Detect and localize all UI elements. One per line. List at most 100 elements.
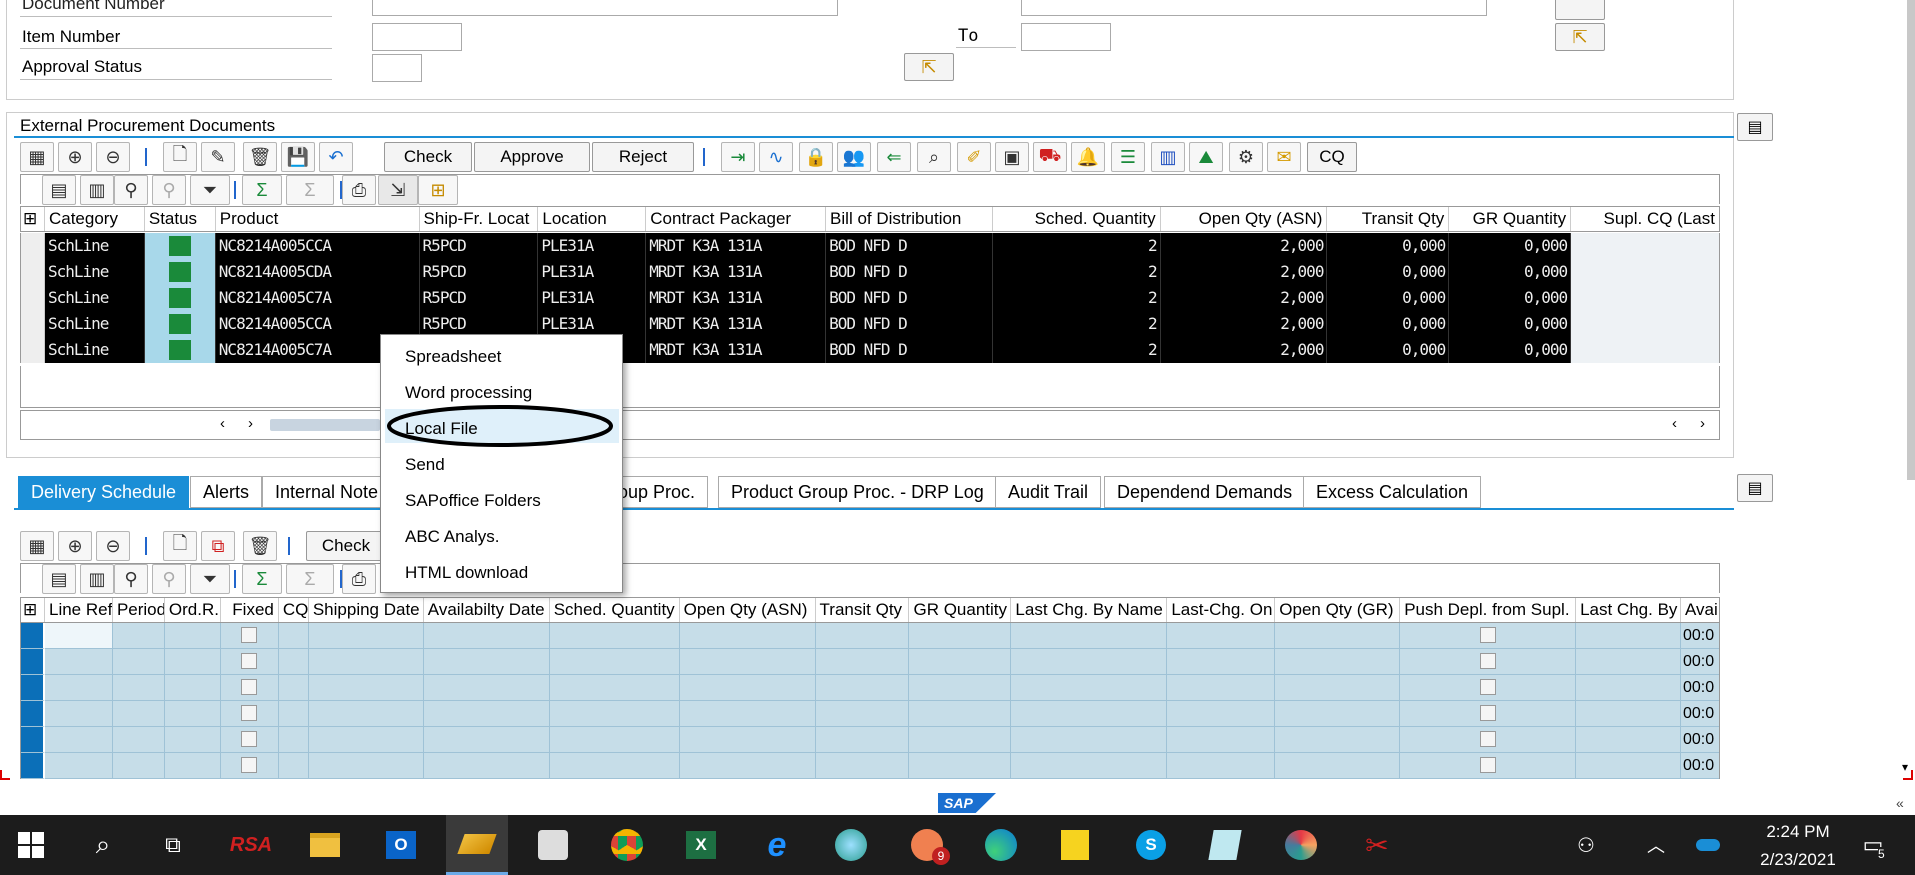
pencil-yellow-button[interactable]: ✐ bbox=[957, 142, 991, 172]
col-open-qty-asn[interactable]: Open Qty (ASN) bbox=[1161, 207, 1328, 231]
users-button[interactable]: 👥 bbox=[837, 142, 871, 172]
zoom-in-button-2[interactable]: ⊕ bbox=[58, 531, 92, 561]
settings-list-button[interactable]: ⚙ bbox=[1229, 142, 1263, 172]
skype-icon[interactable]: S bbox=[1120, 815, 1182, 875]
people-icon[interactable]: ⚇ bbox=[1566, 815, 1606, 875]
clock-date[interactable]: 2/23/2021 bbox=[1738, 850, 1858, 870]
transfer-button[interactable]: ⇥ bbox=[721, 142, 755, 172]
multi-select-button-2[interactable]: ⇱ bbox=[1555, 23, 1605, 51]
col-product[interactable]: Product bbox=[216, 207, 420, 231]
edge-icon[interactable] bbox=[970, 815, 1032, 875]
col-open-qty-gr[interactable]: Open Qty (GR) bbox=[1275, 598, 1401, 622]
checkbox[interactable] bbox=[1479, 757, 1496, 773]
checkbox[interactable] bbox=[241, 627, 258, 643]
tab-excess-calculation[interactable]: Excess Calculation bbox=[1303, 476, 1482, 508]
clock-time[interactable]: 2:24 PM bbox=[1748, 822, 1848, 842]
collapse-icon[interactable]: « bbox=[1896, 795, 1904, 811]
tab-alerts[interactable]: Alerts bbox=[190, 476, 263, 508]
sort-desc-button[interactable]: ▥ bbox=[80, 175, 114, 205]
tab-delivery-schedule[interactable]: Delivery Schedule bbox=[18, 476, 190, 508]
zoom-out-button-2[interactable]: ⊖ bbox=[96, 531, 130, 561]
table-row[interactable]: SchLineNC8214A005C7AR5PCDPLE31AMRDT K3A … bbox=[20, 337, 1720, 363]
mountain-button[interactable]: ⛰ bbox=[1189, 142, 1223, 172]
new-document-button[interactable]: 🗋 bbox=[163, 142, 197, 172]
menu-item-spreadsheet[interactable]: Spreadsheet bbox=[405, 347, 501, 367]
filter-button[interactable]: ⏷ bbox=[190, 175, 230, 205]
approve-button[interactable]: Approve bbox=[474, 142, 590, 172]
subtotal-button[interactable]: Σ bbox=[286, 175, 334, 205]
col-availability-date[interactable]: Availabilty Date bbox=[424, 598, 550, 622]
scroll-thumb[interactable] bbox=[270, 419, 380, 431]
table-row[interactable]: SchLine NC8214A005CCA R5PCD PLE31A MRDT K3A … bbox=[20, 311, 1720, 337]
col-line-ref[interactable]: Line Ref bbox=[45, 598, 113, 622]
search-icon[interactable]: ⌕ bbox=[72, 815, 134, 875]
delete-button-2[interactable]: 🗑 bbox=[243, 531, 277, 561]
col-category[interactable]: Category bbox=[45, 207, 145, 231]
col-last-chg-by[interactable]: Last Chg. By bbox=[1576, 598, 1682, 622]
filter-button-2[interactable]: ⏷ bbox=[190, 564, 230, 594]
sort-asc-button[interactable]: ▤ bbox=[42, 175, 76, 205]
notification-icon[interactable]: ▭ 5 bbox=[1848, 815, 1898, 875]
col-last-chg-by-name[interactable]: Last Chg. By Name bbox=[1011, 598, 1168, 622]
col-last-chg-on[interactable]: Last-Chg. On bbox=[1167, 598, 1276, 622]
layout-toggle-button-1[interactable]: ▤ bbox=[1737, 113, 1773, 141]
onedrive-icon[interactable] bbox=[1688, 815, 1728, 875]
multi-select-button-3[interactable] bbox=[1555, 0, 1605, 20]
document-number-input[interactable] bbox=[372, 0, 838, 16]
scroll-right-icon[interactable]: › bbox=[248, 415, 253, 432]
table-row[interactable]: 00:0 bbox=[20, 623, 1720, 649]
paint-icon[interactable] bbox=[1270, 815, 1332, 875]
col-shipping-date[interactable]: Shipping Date bbox=[309, 598, 424, 622]
device-button[interactable]: ▣ bbox=[995, 142, 1029, 172]
col-sched-quantity[interactable]: Sched. Quantity bbox=[993, 207, 1161, 231]
checkbox[interactable] bbox=[241, 757, 258, 773]
reject-button[interactable]: Reject bbox=[592, 142, 694, 172]
cq-button[interactable]: CQ bbox=[1307, 142, 1357, 172]
sticky-notes-icon[interactable] bbox=[1044, 815, 1106, 875]
approval-status-input[interactable] bbox=[372, 54, 422, 82]
find-button[interactable]: ⚲ bbox=[114, 175, 148, 205]
col-transit-qty-2[interactable]: Transit Qty bbox=[816, 598, 910, 622]
col-location[interactable]: Location bbox=[538, 207, 647, 231]
table-row[interactable]: 00:0 bbox=[20, 701, 1720, 727]
table-settings-icon[interactable]: ⊞ bbox=[21, 207, 45, 231]
col-transit-qty[interactable]: Transit Qty bbox=[1327, 207, 1450, 231]
print-button-2[interactable]: ⎙ bbox=[342, 564, 376, 594]
menu-item-html-download[interactable]: HTML download bbox=[405, 563, 528, 583]
alarm-button[interactable]: 🔔 bbox=[1071, 142, 1105, 172]
truck-button[interactable]: ⛟ bbox=[1033, 142, 1067, 172]
col-ship-from[interactable]: Ship-Fr. Locat bbox=[420, 207, 539, 231]
chrome-icon[interactable] bbox=[596, 815, 658, 875]
table-row[interactable]: 00:0 bbox=[20, 675, 1720, 701]
menu-item-local-file[interactable]: Local File bbox=[405, 419, 478, 439]
tab-dependend-demands[interactable]: Dependend Demands bbox=[1104, 476, 1306, 508]
table-row[interactable]: 00:0 bbox=[20, 727, 1720, 753]
layout-toggle-button-2[interactable]: ▤ bbox=[1737, 474, 1773, 502]
menu-item-send[interactable]: Send bbox=[405, 455, 445, 475]
app-icon[interactable] bbox=[820, 815, 882, 875]
col-cq[interactable]: CQ bbox=[279, 598, 309, 622]
copy-button[interactable]: ⧉ bbox=[201, 531, 235, 561]
checkbox[interactable] bbox=[1479, 653, 1496, 669]
save-button[interactable]: 💾 bbox=[281, 142, 315, 172]
col-open-qty-asn-2[interactable]: Open Qty (ASN) bbox=[680, 598, 816, 622]
layout-button[interactable]: ⊞ bbox=[418, 175, 458, 205]
col-ord-r[interactable]: Ord.R. bbox=[165, 598, 221, 622]
sap-logon-icon[interactable] bbox=[446, 815, 508, 875]
tab-internal-notes[interactable]: Internal Note bbox=[262, 476, 392, 508]
chrome-badge-icon[interactable]: 9 bbox=[896, 815, 958, 875]
details-button[interactable]: ▦ bbox=[20, 142, 54, 172]
table-settings-icon-2[interactable]: ⊞ bbox=[21, 598, 45, 622]
col-period[interactable]: Period bbox=[113, 598, 165, 622]
outlook-icon[interactable]: O bbox=[370, 815, 432, 875]
checkbox[interactable] bbox=[1479, 705, 1496, 721]
table-row[interactable]: 00:0 bbox=[20, 753, 1720, 779]
menu-item-word-processing[interactable]: Word processing bbox=[405, 383, 532, 403]
find-next-button[interactable]: ⚲ bbox=[152, 175, 186, 205]
checkbox[interactable] bbox=[1479, 679, 1496, 695]
to-input-top[interactable] bbox=[1021, 0, 1487, 16]
sap-gui-icon[interactable] bbox=[522, 815, 584, 875]
col-gr-quantity[interactable]: GR Quantity bbox=[1449, 207, 1572, 231]
chevron-up-icon[interactable]: ︿ bbox=[1636, 815, 1676, 875]
tab-product-group-drp-log[interactable]: Product Group Proc. - DRP Log bbox=[718, 476, 997, 508]
